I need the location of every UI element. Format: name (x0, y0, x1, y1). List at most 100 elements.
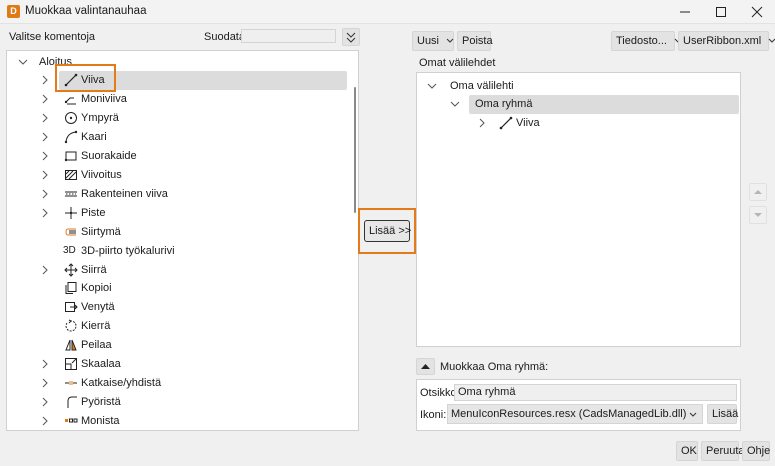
chevron-right-icon (42, 265, 48, 274)
chevron-right-icon (42, 75, 48, 85)
tree-item-label: Siirrä (81, 263, 107, 276)
custom-tabs-tree[interactable]: Oma välilehti Oma ryhmä Viiva (416, 72, 741, 347)
tree-item-label: Monista (81, 415, 120, 428)
window-title: Muokkaa valintanauhaa (25, 5, 147, 17)
tree-item[interactable]: Venytä (7, 298, 347, 317)
edit-group-panel: Otsikko: Oma ryhmä Ikoni: MenuIconResour… (416, 379, 741, 431)
file-menu-button[interactable]: Tiedosto... (611, 31, 682, 51)
chevron-right-icon (42, 378, 48, 388)
title-bar: D Muokkaa valintanauhaa (0, 0, 775, 24)
tree-group-label: Oma ryhmä (475, 98, 533, 110)
tree-item-label: Suorakaide (81, 149, 137, 162)
chevron-down-icon (446, 38, 454, 43)
icon-select-value: MenuIconResources.resx (CadsManagedLib.d… (451, 408, 687, 420)
collapse-all-button[interactable] (342, 28, 360, 46)
scrollbar-thumb[interactable] (354, 87, 356, 213)
tree-item-label: Rakenteinen viiva (81, 187, 168, 200)
offset-icon (65, 228, 76, 236)
tree-item[interactable]: Monista (7, 412, 347, 431)
tree-item[interactable]: Kierrä (7, 317, 347, 336)
tree-item-label: Kopioi (81, 282, 112, 295)
delete-button[interactable]: Poista (457, 31, 493, 51)
chevron-right-icon (42, 132, 48, 142)
tree-item-label: 3D-piirto työkalurivi (81, 244, 175, 257)
rectangle-icon (64, 151, 77, 161)
move-down-button[interactable] (749, 206, 767, 224)
filter-input[interactable] (241, 29, 336, 43)
minimize-button[interactable] (667, 0, 703, 24)
tree-item[interactable]: Kaari (7, 128, 347, 147)
ribbon-file-select[interactable]: UserRibbon.xml (678, 31, 775, 51)
move-icon (64, 262, 78, 277)
chevron-right-icon (479, 118, 485, 128)
chevron-right-icon (42, 170, 48, 180)
ribbon-file-label: UserRibbon.xml (683, 35, 762, 47)
tree-item-label: Katkaise/yhdistä (81, 377, 162, 390)
tree-item[interactable]: Ympyrä (7, 109, 347, 128)
point-icon (65, 206, 77, 219)
minimize-icon (680, 11, 690, 13)
add-command-button[interactable]: Lisää >> (364, 220, 411, 242)
tree-item-label: Ympyrä (81, 111, 119, 124)
arc-icon (64, 130, 78, 144)
icon-select[interactable]: MenuIconResources.resx (CadsManagedLib.d… (447, 404, 703, 424)
tree-command-row[interactable]: Viiva (417, 114, 737, 133)
tree-item[interactable]: Peilaa (7, 336, 347, 355)
tree-item-label: Peilaa (81, 339, 112, 352)
arrow-down-icon (754, 213, 762, 217)
line-icon (499, 116, 513, 130)
cancel-button[interactable]: Peruuta (701, 441, 745, 461)
polyline-icon (64, 97, 76, 105)
chevron-down-icon (18, 59, 28, 65)
hatch-icon (65, 169, 77, 180)
chevron-right-icon (42, 359, 48, 369)
chevron-right-icon (42, 208, 48, 217)
chevron-right-icon (42, 113, 48, 123)
mirror-icon (65, 340, 77, 351)
close-icon (751, 6, 763, 18)
double-chevron-icon (346, 32, 356, 43)
tree-item[interactable]: Rakenteinen viiva (7, 185, 347, 204)
tree-item-label: Kaari (81, 130, 107, 143)
stretch-icon (65, 302, 78, 313)
triangle-up-icon (421, 364, 430, 369)
tree-item[interactable]: Kopioi (7, 279, 347, 298)
tree-group-row[interactable]: Oma ryhmä (450, 95, 739, 114)
new-button[interactable]: Uusi (412, 31, 454, 51)
tree-item[interactable]: Piste (7, 204, 347, 223)
tree-item[interactable]: Katkaise/yhdistä (7, 374, 347, 393)
move-up-button[interactable] (749, 183, 767, 201)
tree-item[interactable]: Skaalaa (7, 355, 347, 374)
tree-item-label: Venytä (81, 301, 115, 314)
scale-icon (65, 358, 77, 371)
tree-item[interactable]: Siirrä (7, 261, 347, 280)
tree-item[interactable]: Suorakaide (7, 147, 347, 166)
tree-item-label: Piste (81, 206, 106, 219)
tree-item[interactable]: Siirtymä (7, 223, 347, 242)
tree-item[interactable]: Pyöristä (7, 393, 347, 412)
help-button[interactable]: Ohje (742, 441, 770, 461)
ok-button[interactable]: OK (676, 441, 698, 461)
custom-tabs-header: Omat välilehdet (419, 57, 496, 69)
copy-icon (65, 282, 77, 295)
tree-item[interactable]: 3D 3D-piirto työkalurivi (7, 242, 347, 261)
title-input[interactable]: Oma ryhmä (454, 384, 737, 401)
close-button[interactable] (739, 0, 775, 24)
highlight-viiva (55, 64, 116, 92)
arrow-up-icon (754, 190, 762, 194)
icon-add-button[interactable]: Lisää (707, 404, 738, 424)
tree-item[interactable]: Moniviiva (7, 90, 347, 109)
commands-tree[interactable]: Aloitus Viiva Moniviiva Ympyrä Kaari Suoraka… (6, 50, 359, 431)
chevron-down-icon (427, 83, 437, 89)
icon-label: Ikoni: (420, 409, 447, 421)
chevron-down-icon (450, 101, 460, 107)
app-logo-icon: D (7, 5, 20, 18)
tree-item-label: Siirtymä (81, 225, 121, 238)
maximize-button[interactable] (703, 0, 739, 24)
tree-tab-row[interactable]: Oma välilehti (417, 77, 737, 96)
chevron-right-icon (42, 189, 48, 199)
tree-item[interactable]: Viivoitus (7, 166, 347, 185)
trim-icon (65, 381, 77, 386)
collapse-edit-button[interactable] (416, 358, 435, 375)
maximize-icon (716, 7, 726, 17)
